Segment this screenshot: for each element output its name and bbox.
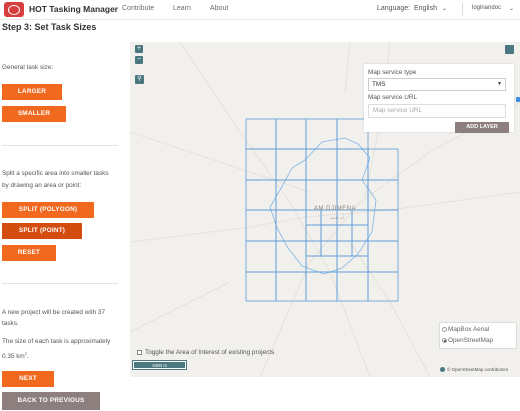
nav-link-learn[interactable]: Learn [173, 5, 191, 12]
basemap-option-osm[interactable]: OpenStreetMap [448, 337, 493, 344]
project-info-2: tasks. [2, 320, 19, 327]
toggle-aoi-label[interactable]: Toggle the Area of Interest of existing … [145, 349, 274, 356]
brand-title[interactable]: HOT Tasking Manager [29, 4, 118, 14]
zoom-out-button[interactable]: − [135, 56, 143, 64]
top-navbar: HOT Tasking Manager Contribute Learn Abo… [0, 0, 520, 20]
city-label: AM DJIMENA [314, 206, 356, 212]
add-layer-button[interactable]: ADD LAYER [455, 122, 509, 133]
search-icon[interactable]: ⚲ [135, 75, 144, 84]
nav-link-contribute[interactable]: Contribute [122, 5, 154, 12]
layers-toggle-icon[interactable] [505, 45, 514, 54]
general-size-label: General task size: [2, 64, 54, 71]
zoom-in-button[interactable]: + [135, 45, 143, 53]
task-size-value: 0.35 km2. [2, 351, 29, 361]
nav-link-about[interactable]: About [210, 5, 228, 12]
user-menu[interactable]: loginandoc [472, 5, 501, 11]
split-polygon-button[interactable]: SPLIT (POLYGON) [2, 202, 94, 218]
divider [2, 283, 118, 284]
nav-divider [462, 3, 463, 16]
chevron-down-icon[interactable]: ⌄ [509, 5, 514, 12]
language-label: Language: [377, 5, 411, 12]
radio-mapbox-aerial[interactable] [442, 327, 447, 332]
service-url-label: Map service URL [368, 94, 418, 101]
service-url-input[interactable]: Map service URL [368, 104, 506, 118]
city-label-arabic: أم جامنة [330, 214, 344, 220]
info-icon[interactable] [440, 367, 445, 373]
service-type-label: Map service type [368, 69, 417, 76]
back-to-previous-button[interactable]: BACK TO PREVIOUS [2, 392, 100, 410]
reset-button[interactable]: RESET [2, 245, 56, 261]
split-point-button[interactable]: SPLIT (POINT) [2, 223, 82, 239]
service-type-select[interactable]: TMS ▼ [368, 78, 506, 91]
smaller-button[interactable]: SMALLER [2, 106, 66, 122]
dropdown-arrow-icon: ▼ [497, 81, 502, 87]
toggle-aoi-row[interactable]: Toggle the Area of Interest of existing … [137, 349, 274, 356]
split-instructions-2: by drawing an area or point: [2, 182, 82, 189]
step-title: Step 3: Set Task Sizes [2, 22, 97, 32]
basemap-switcher: MapBox Aerial OpenStreetMap [439, 322, 517, 349]
language-select[interactable]: English [414, 5, 437, 12]
larger-button[interactable]: LARGER [2, 84, 62, 100]
project-info: A new project will be created with 37 [2, 309, 106, 316]
task-size-info: The size of each task is approximately [2, 338, 111, 345]
scale-bar: 1000 m [132, 360, 187, 370]
split-instructions: Split a specific area into smaller tasks [2, 170, 109, 177]
divider [2, 145, 118, 146]
hot-logo-icon[interactable] [4, 2, 24, 17]
next-button[interactable]: NEXT [2, 371, 54, 387]
panel-handle-icon[interactable] [516, 97, 520, 102]
toggle-aoi-checkbox[interactable] [137, 349, 142, 355]
map-attribution: © OpenStreetMap contributors [440, 367, 508, 373]
map-service-panel: Map service type TMS ▼ Map service URL M… [364, 64, 514, 133]
chevron-down-icon[interactable]: ⌄ [442, 5, 447, 12]
radio-openstreetmap[interactable] [442, 338, 447, 343]
basemap-option-mapbox[interactable]: MapBox Aerial [448, 326, 489, 333]
